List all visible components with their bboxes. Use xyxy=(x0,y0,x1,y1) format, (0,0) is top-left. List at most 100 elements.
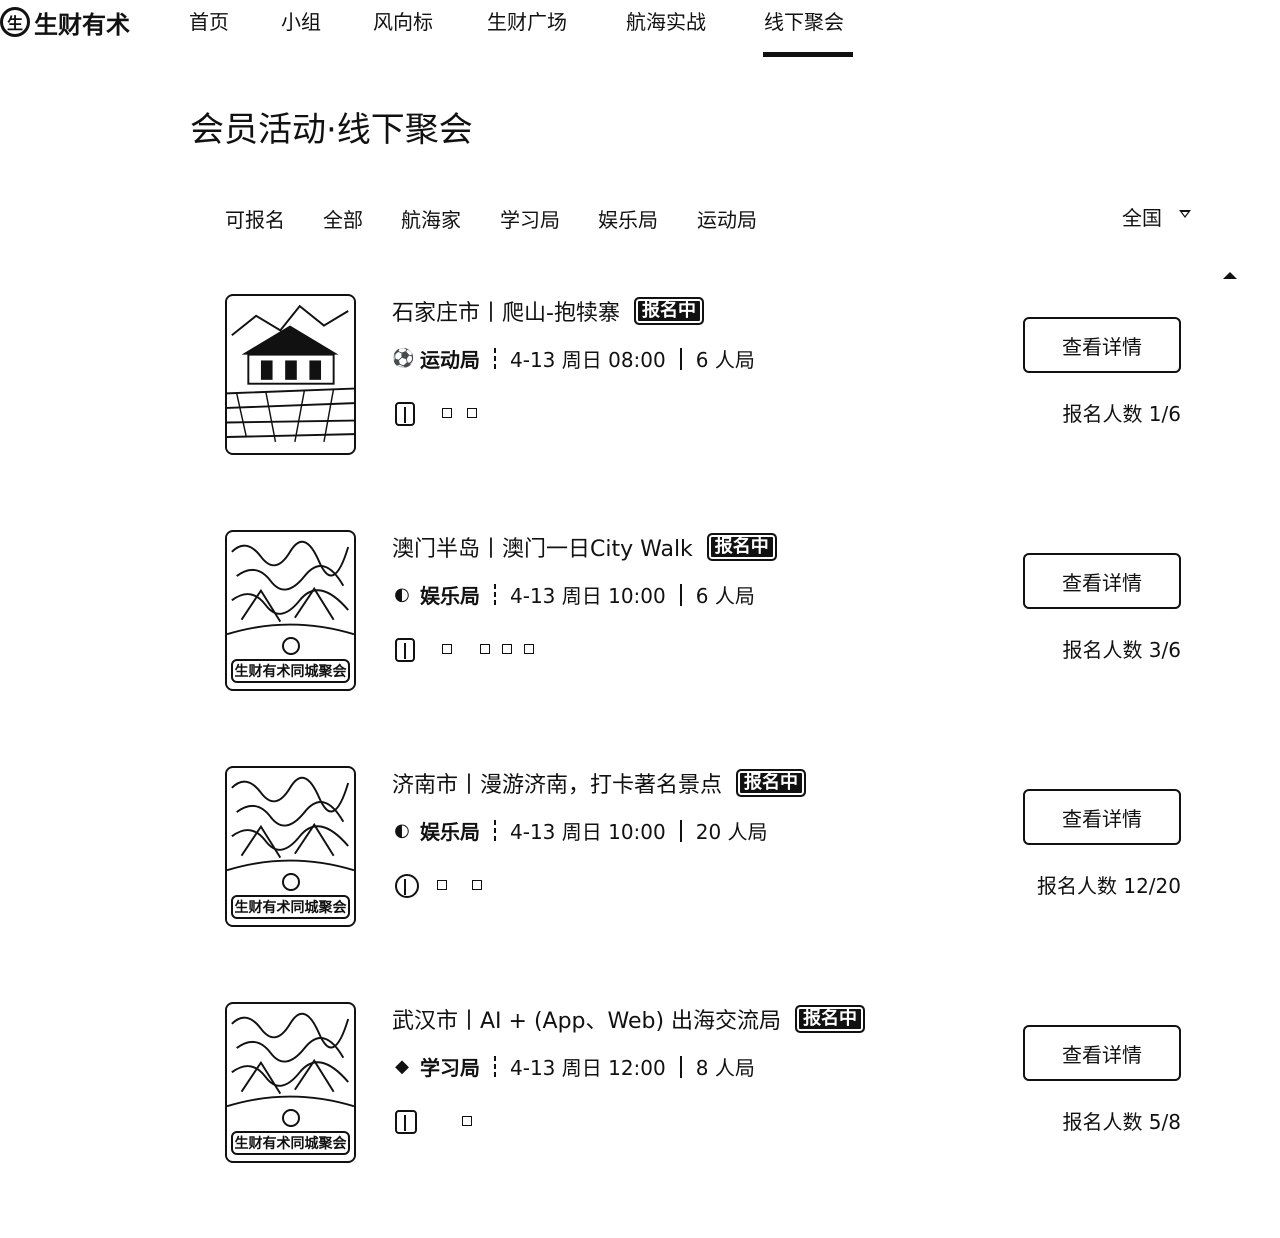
event-title[interactable]: 武汉市丨AI + (App、Web) 出海交流局 报名中 xyxy=(392,1003,866,1035)
event-title-text: 石家庄市丨爬山-抱犊寨 xyxy=(392,301,620,326)
event-thumbnail[interactable]: 生财有术同城聚会 xyxy=(225,530,356,691)
event-card: 石家庄市丨爬山-抱犊寨 报名中 ⚽ 运动局 4-13 周日 08:00 6 人局… xyxy=(0,294,1280,530)
thumbnail-banner: 生财有术同城聚会 xyxy=(231,1131,350,1155)
party-icon: ◐ xyxy=(394,584,410,605)
graduation-cap-icon: ◆ xyxy=(395,1056,409,1077)
nav-active-indicator xyxy=(763,52,853,57)
event-datetime: 4-13 周日 08:00 xyxy=(510,348,666,372)
event-title-text: 澳门半岛丨澳门一日City Walk xyxy=(392,537,693,562)
event-category: 娱乐局 xyxy=(420,584,480,608)
event-category: 娱乐局 xyxy=(420,820,480,844)
signup-count: 报名人数 3/6 xyxy=(1062,638,1181,662)
participant-avatars xyxy=(392,1110,592,1136)
event-size: 8 人局 xyxy=(695,1056,755,1080)
status-badge: 报名中 xyxy=(633,297,704,325)
avatar xyxy=(472,880,482,890)
mountain-temple-image xyxy=(227,296,354,453)
avatar[interactable] xyxy=(395,1110,417,1134)
event-title-text: 济南市丨漫游济南，打卡著名景点 xyxy=(392,773,723,798)
event-meta: ◐ 娱乐局 4-13 周日 10:00 6 人局 xyxy=(392,580,755,609)
event-thumbnail[interactable] xyxy=(225,294,356,455)
scroll-up-icon[interactable] xyxy=(1223,272,1237,279)
nav-offline[interactable]: 线下聚会 xyxy=(764,6,844,35)
avatar xyxy=(442,408,452,418)
view-details-button[interactable]: 查看详情 xyxy=(1023,553,1181,609)
avatar[interactable] xyxy=(395,638,415,662)
nav-home[interactable]: 首页 xyxy=(189,6,229,35)
soccer-ball-icon: ⚽ xyxy=(392,348,415,369)
event-size: 20 人局 xyxy=(695,820,768,844)
status-badge: 报名中 xyxy=(706,533,777,561)
filter-study[interactable]: 学习局 xyxy=(500,204,560,233)
event-size: 6 人局 xyxy=(695,584,755,608)
avatar xyxy=(462,1116,472,1126)
meta-divider xyxy=(494,347,496,370)
signup-count: 报名人数 1/6 xyxy=(1062,402,1181,426)
meta-divider xyxy=(679,1055,682,1078)
caret-down-icon[interactable] xyxy=(1179,210,1191,218)
event-datetime: 4-13 周日 12:00 xyxy=(510,1056,666,1080)
event-thumbnail[interactable]: 生财有术同城聚会 xyxy=(225,1002,356,1163)
badge-icon xyxy=(281,1109,300,1127)
avatar xyxy=(442,644,452,654)
meta-divider xyxy=(679,819,682,842)
avatar xyxy=(480,644,490,654)
view-details-button[interactable]: 查看详情 xyxy=(1023,1025,1181,1081)
participant-avatars xyxy=(392,402,592,428)
filter-entertainment[interactable]: 娱乐局 xyxy=(598,204,658,233)
meta-divider xyxy=(679,347,682,370)
event-card: 生财有术同城聚会 济南市丨漫游济南，打卡著名景点 报名中 ◐ 娱乐局 4-13 … xyxy=(0,766,1280,1002)
meta-divider xyxy=(494,583,496,606)
filter-navigator[interactable]: 航海家 xyxy=(401,204,461,233)
thumbnail-banner: 生财有术同城聚会 xyxy=(231,659,350,683)
avatar xyxy=(524,644,534,654)
signup-count: 报名人数 12/20 xyxy=(1037,874,1181,898)
party-icon: ◐ xyxy=(394,820,410,841)
event-meta: ⚽ 运动局 4-13 周日 08:00 6 人局 xyxy=(392,344,755,373)
view-details-button[interactable]: 查看详情 xyxy=(1023,789,1181,845)
event-title[interactable]: 澳门半岛丨澳门一日City Walk 报名中 xyxy=(392,531,777,563)
logo-text: 生财有术 xyxy=(34,10,130,39)
region-select[interactable]: 全国 xyxy=(1122,202,1162,231)
participant-avatars xyxy=(392,874,592,900)
view-details-button[interactable]: 查看详情 xyxy=(1023,317,1181,373)
nav-trends[interactable]: 风向标 xyxy=(373,6,433,35)
page-title: 会员活动·线下聚会 xyxy=(190,110,473,150)
event-meta: ◐ 娱乐局 4-13 周日 10:00 20 人局 xyxy=(392,816,768,845)
avatar[interactable] xyxy=(395,874,419,898)
event-thumbnail[interactable]: 生财有术同城聚会 xyxy=(225,766,356,927)
nav-voyage[interactable]: 航海实战 xyxy=(626,6,706,35)
event-category: 运动局 xyxy=(420,348,480,372)
avatar[interactable] xyxy=(395,402,415,426)
event-size: 6 人局 xyxy=(695,348,755,372)
participant-avatars xyxy=(392,638,592,664)
thumbnail-banner: 生财有术同城聚会 xyxy=(231,895,350,919)
event-category: 学习局 xyxy=(420,1056,480,1080)
nav-groups[interactable]: 小组 xyxy=(281,6,321,35)
meta-divider xyxy=(679,583,682,606)
status-badge: 报名中 xyxy=(795,1005,866,1033)
filter-available[interactable]: 可报名 xyxy=(225,204,285,233)
event-card: 生财有术同城聚会 澳门半岛丨澳门一日City Walk 报名中 ◐ 娱乐局 4-… xyxy=(0,530,1280,766)
site-logo[interactable]: 生 生财有术 xyxy=(0,2,130,42)
event-title[interactable]: 石家庄市丨爬山-抱犊寨 报名中 xyxy=(392,295,704,327)
event-card: 生财有术同城聚会 武汉市丨AI + (App、Web) 出海交流局 报名中 ◆ … xyxy=(0,1002,1280,1238)
badge-icon xyxy=(281,637,300,655)
meta-divider xyxy=(494,1055,496,1078)
event-meta: ◆ 学习局 4-13 周日 12:00 8 人局 xyxy=(392,1052,755,1081)
event-datetime: 4-13 周日 10:00 xyxy=(510,820,666,844)
avatar xyxy=(467,408,477,418)
signup-count: 报名人数 5/8 xyxy=(1062,1110,1181,1134)
logo-mark-icon: 生 xyxy=(0,7,30,37)
event-title-text: 武汉市丨AI + (App、Web) 出海交流局 xyxy=(392,1009,782,1034)
event-title[interactable]: 济南市丨漫游济南，打卡著名景点 报名中 xyxy=(392,767,807,799)
nav-plaza[interactable]: 生财广场 xyxy=(487,6,567,35)
badge-icon xyxy=(281,873,300,891)
meta-divider xyxy=(494,819,496,842)
status-badge: 报名中 xyxy=(736,769,807,797)
avatar xyxy=(437,880,447,890)
avatar xyxy=(502,644,512,654)
filter-sports[interactable]: 运动局 xyxy=(697,204,757,233)
filter-all[interactable]: 全部 xyxy=(323,204,363,233)
event-datetime: 4-13 周日 10:00 xyxy=(510,584,666,608)
